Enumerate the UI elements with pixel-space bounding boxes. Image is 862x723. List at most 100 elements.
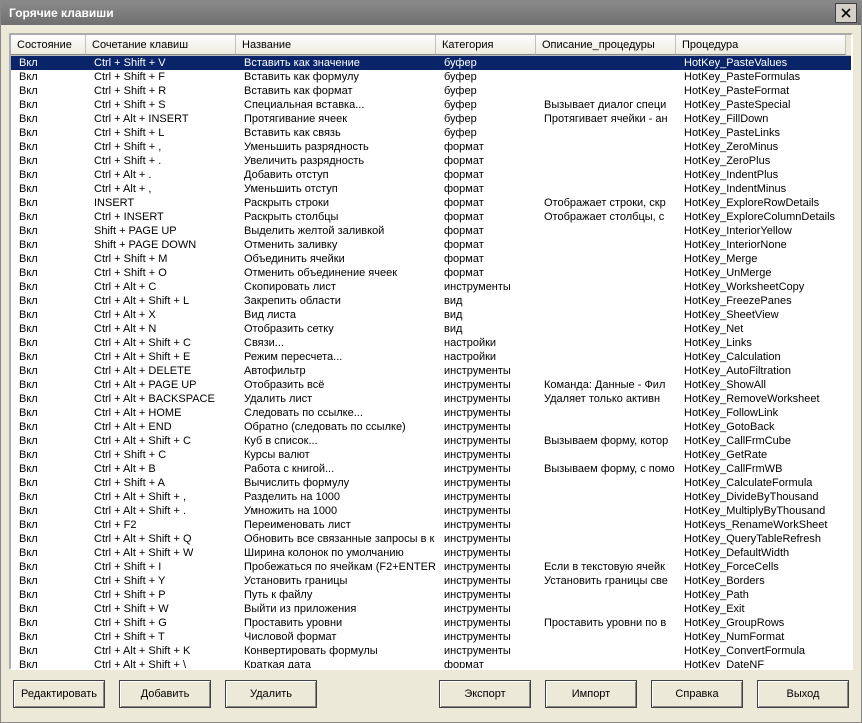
table-row[interactable]: ВклCtrl + Alt + HOMEСледовать по ссылке.… — [11, 406, 851, 420]
cell-desc — [536, 322, 676, 336]
table-row[interactable]: ВклCtrl + Shift + TЧисловой форматинстру… — [11, 630, 851, 644]
column-header[interactable]: Состояние — [11, 35, 86, 55]
import-button[interactable]: Импорт — [545, 680, 637, 708]
column-header[interactable]: Процедура — [676, 35, 846, 55]
table-row[interactable]: ВклCtrl + Shift + VВставить как значение… — [11, 56, 851, 70]
table-row[interactable]: ВклCtrl + Shift + GПроставить уровниинст… — [11, 616, 851, 630]
cell-desc — [536, 70, 676, 84]
table-row[interactable]: ВклCtrl + Shift + AВычислить формулуинст… — [11, 476, 851, 490]
column-header[interactable]: Сочетание клавиш — [86, 35, 236, 55]
cell-desc: Если в текстовую ячейк — [536, 560, 676, 574]
table-row[interactable]: ВклCtrl + Alt + CСкопировать листинструм… — [11, 280, 851, 294]
table-row[interactable]: ВклCtrl + Alt + ENDОбратно (следовать по… — [11, 420, 851, 434]
edit-button[interactable]: Редактировать — [13, 680, 105, 708]
cell-state: Вкл — [11, 490, 86, 504]
table-row[interactable]: ВклShift + PAGE DOWNОтменить заливкуформ… — [11, 238, 851, 252]
table-row[interactable]: ВклCtrl + Alt + NОтобразить сеткувидHotK… — [11, 322, 851, 336]
table-row[interactable]: ВклCtrl + Shift + FВставить как формулуб… — [11, 70, 851, 84]
table-row[interactable]: ВклCtrl + Alt + Shift + CСвязи...настрой… — [11, 336, 851, 350]
cell-proc: HotKey_PasteValues — [676, 56, 846, 70]
cell-state: Вкл — [11, 266, 86, 280]
table-row[interactable]: ВклCtrl + INSERTРаскрыть столбцыформатОт… — [11, 210, 851, 224]
cell-key: Ctrl + Shift + V — [86, 56, 236, 70]
table-row[interactable]: ВклCtrl + Alt + Shift + EРежим пересчета… — [11, 350, 851, 364]
cell-key: Ctrl + Shift + G — [86, 616, 236, 630]
table-row[interactable]: ВклCtrl + Alt + Shift + KКонвертировать … — [11, 644, 851, 658]
cell-desc — [536, 504, 676, 518]
cell-key: Ctrl + Alt + Shift + K — [86, 644, 236, 658]
table-row[interactable]: ВклCtrl + Shift + PПуть к файлуинструмен… — [11, 588, 851, 602]
cell-desc: Команда: Данные - Фил — [536, 378, 676, 392]
cell-proc: HotKeys_RenameWorkSheet — [676, 518, 846, 532]
table-row[interactable]: ВклCtrl + Alt + Shift + .Умножить на 100… — [11, 504, 851, 518]
exit-button[interactable]: Выход — [757, 680, 849, 708]
cell-cat: буфер — [436, 70, 536, 84]
cell-name: Вставить как формат — [236, 84, 436, 98]
cell-key: Ctrl + Alt + Shift + L — [86, 294, 236, 308]
cell-cat: формат — [436, 252, 536, 266]
delete-button[interactable]: Удалить — [225, 680, 317, 708]
column-header[interactable]: Название — [236, 35, 436, 55]
table-row[interactable]: ВклCtrl + Alt + Shift + QОбновить все св… — [11, 532, 851, 546]
table-row[interactable]: ВклCtrl + Shift + WВыйти из приложенияин… — [11, 602, 851, 616]
cell-desc: Вызывает диалог специ — [536, 98, 676, 112]
table-row[interactable]: ВклCtrl + Alt + Shift + \Краткая датафор… — [11, 658, 851, 668]
table-row[interactable]: ВклCtrl + Alt + PAGE UPОтобразить всёинс… — [11, 378, 851, 392]
cell-proc: HotKey_DateNF — [676, 658, 846, 668]
table-row[interactable]: ВклCtrl + Shift + IПробежаться по ячейка… — [11, 560, 851, 574]
cell-name: Раскрыть строки — [236, 196, 436, 210]
table-row[interactable]: ВклCtrl + Alt + ,Уменьшить отступформатH… — [11, 182, 851, 196]
table-row[interactable]: ВклCtrl + Alt + Shift + LЗакрепить облас… — [11, 294, 851, 308]
cell-proc: HotKey_UnMerge — [676, 266, 846, 280]
cell-cat: инструменты — [436, 560, 536, 574]
table-row[interactable]: ВклCtrl + Alt + Shift + WШирина колонок … — [11, 546, 851, 560]
table-row[interactable]: ВклCtrl + Alt + BACKSPACEУдалить листинс… — [11, 392, 851, 406]
add-button[interactable]: Добавить — [119, 680, 211, 708]
cell-cat: инструменты — [436, 644, 536, 658]
table-row[interactable]: ВклCtrl + Shift + OОтменить объединение … — [11, 266, 851, 280]
table-row[interactable]: ВклShift + PAGE UPВыделить желтой заливк… — [11, 224, 851, 238]
table-row[interactable]: ВклCtrl + Alt + Shift + CКуб в список...… — [11, 434, 851, 448]
table-row[interactable]: ВклCtrl + Alt + .Добавить отступформатHo… — [11, 168, 851, 182]
table-row[interactable]: ВклCtrl + Shift + .Увеличить разрядность… — [11, 154, 851, 168]
table-row[interactable]: ВклCtrl + Alt + INSERTПротягивание ячеек… — [11, 112, 851, 126]
table-row[interactable]: ВклCtrl + Alt + BРабота с книгой...инстр… — [11, 462, 851, 476]
table-row[interactable]: ВклCtrl + Alt + XВид листавидHotKey_Shee… — [11, 308, 851, 322]
cell-desc: Отображает строки, скр — [536, 196, 676, 210]
cell-desc — [536, 84, 676, 98]
table-row[interactable]: ВклINSERTРаскрыть строкиформатОтображает… — [11, 196, 851, 210]
table-row[interactable]: ВклCtrl + Shift + CКурсы валютинструмент… — [11, 448, 851, 462]
cell-name: Автофильтр — [236, 364, 436, 378]
cell-state: Вкл — [11, 196, 86, 210]
table-row[interactable]: ВклCtrl + Shift + ,Уменьшить разрядность… — [11, 140, 851, 154]
cell-proc: HotKey_GetRate — [676, 448, 846, 462]
help-button[interactable]: Справка — [651, 680, 743, 708]
cell-desc — [536, 238, 676, 252]
cell-key: Ctrl + Shift + M — [86, 252, 236, 266]
close-button[interactable] — [835, 3, 857, 23]
column-header[interactable]: Описание_процедуры — [536, 35, 676, 55]
table-row[interactable]: ВклCtrl + Shift + YУстановить границыинс… — [11, 574, 851, 588]
cell-cat: инструменты — [436, 420, 536, 434]
cell-cat: инструменты — [436, 364, 536, 378]
cell-key: Ctrl + Shift + A — [86, 476, 236, 490]
table-row[interactable]: ВклCtrl + Shift + SСпециальная вставка..… — [11, 98, 851, 112]
cell-cat: формат — [436, 266, 536, 280]
table-row[interactable]: ВклCtrl + Shift + MОбъединить ячейкиформ… — [11, 252, 851, 266]
column-header[interactable]: Категория — [436, 35, 536, 55]
cell-cat: инструменты — [436, 518, 536, 532]
table-row[interactable]: ВклCtrl + Shift + LВставить как связьбуф… — [11, 126, 851, 140]
cell-key: Ctrl + Shift + R — [86, 84, 236, 98]
cell-state: Вкл — [11, 406, 86, 420]
cell-name: Разделить на 1000 — [236, 490, 436, 504]
cell-key: Ctrl + Alt + PAGE UP — [86, 378, 236, 392]
table-row[interactable]: ВклCtrl + Shift + RВставить как форматбу… — [11, 84, 851, 98]
table-row[interactable]: ВклCtrl + Alt + Shift + ,Разделить на 10… — [11, 490, 851, 504]
cell-state: Вкл — [11, 588, 86, 602]
export-button[interactable]: Экспорт — [439, 680, 531, 708]
table-row[interactable]: ВклCtrl + Alt + DELETEАвтофильтринструме… — [11, 364, 851, 378]
cell-cat: инструменты — [436, 392, 536, 406]
table-row[interactable]: ВклCtrl + F2Переименовать листинструмент… — [11, 518, 851, 532]
cell-cat: буфер — [436, 126, 536, 140]
cell-desc — [536, 154, 676, 168]
